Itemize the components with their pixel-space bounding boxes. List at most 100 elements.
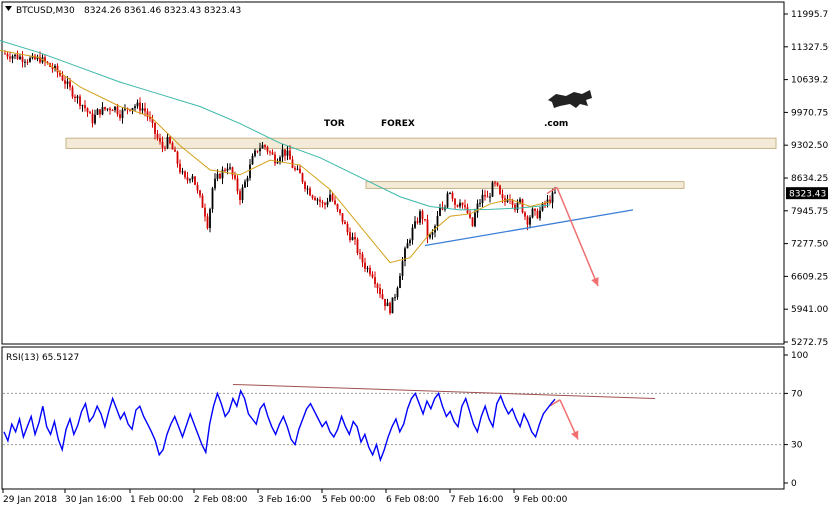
candle-body bbox=[331, 194, 334, 201]
candle-body bbox=[344, 221, 346, 225]
candle-body bbox=[249, 164, 251, 178]
current-price-label: 8323.43 bbox=[789, 190, 826, 200]
candle-body bbox=[139, 102, 141, 111]
rsi-label: RSI(13) 65.5127 bbox=[6, 353, 79, 363]
candle-body bbox=[421, 211, 424, 220]
candle-body bbox=[179, 163, 181, 173]
candle-body bbox=[489, 196, 491, 198]
candle-body bbox=[6, 53, 9, 57]
candle-body bbox=[121, 109, 124, 119]
candle-body bbox=[246, 177, 249, 182]
price-tick-label: 6609.25 bbox=[791, 272, 828, 282]
candle-body bbox=[241, 187, 244, 201]
candle-body bbox=[196, 184, 199, 191]
candle-body bbox=[554, 192, 556, 194]
candle-body bbox=[326, 201, 329, 205]
time-tick-label: 3 Feb 16:00 bbox=[258, 495, 312, 505]
candle-body bbox=[406, 243, 409, 249]
candle-body bbox=[29, 58, 31, 62]
candle-body bbox=[66, 81, 69, 84]
candle-body bbox=[109, 108, 111, 111]
candle-body bbox=[464, 205, 466, 208]
candle-body bbox=[526, 216, 529, 225]
candle-body bbox=[414, 221, 416, 228]
price-tick-label: 10639.25 bbox=[791, 76, 829, 86]
rsi-tick-label: 30 bbox=[791, 441, 803, 451]
candle-body bbox=[409, 240, 411, 244]
price-tick-label: 9302.50 bbox=[791, 141, 828, 151]
candle-body bbox=[366, 267, 369, 269]
candle-body bbox=[71, 87, 74, 97]
candle-body bbox=[319, 199, 321, 202]
candle-body bbox=[299, 168, 301, 174]
candle-body bbox=[536, 210, 539, 219]
price-tick-label: 5272.75 bbox=[791, 338, 828, 348]
candle-body bbox=[274, 154, 276, 164]
candle-body bbox=[386, 302, 389, 307]
candle-body bbox=[164, 147, 166, 149]
time-tick-label: 5 Feb 00:00 bbox=[322, 495, 376, 505]
candle-body bbox=[474, 212, 476, 227]
candle-body bbox=[486, 196, 489, 198]
candle-body bbox=[261, 145, 264, 149]
candle-body bbox=[371, 274, 374, 278]
time-axis: 29 Jan 2018 30 Jan 16:00 1 Feb 00:00 2 Feb … bbox=[2, 489, 568, 505]
candle-body bbox=[224, 169, 226, 171]
candle-body bbox=[161, 141, 164, 148]
candle-body bbox=[289, 150, 291, 160]
candle-body bbox=[166, 136, 169, 149]
candle-body bbox=[481, 194, 484, 203]
candle-body bbox=[479, 202, 481, 204]
candle-body bbox=[394, 297, 396, 299]
candle-body bbox=[219, 173, 221, 179]
time-tick-label: 29 Jan 2018 bbox=[3, 495, 57, 505]
candle-body bbox=[286, 150, 289, 156]
time-tick-label: 6 Feb 08:00 bbox=[386, 495, 440, 505]
candle-body bbox=[271, 152, 274, 155]
candle-body bbox=[101, 107, 104, 115]
candle-body bbox=[69, 81, 71, 88]
candle-body bbox=[194, 176, 196, 185]
candle-body bbox=[399, 275, 401, 288]
price-tick-label: 11995.75 bbox=[791, 10, 829, 20]
candle-body bbox=[136, 102, 139, 107]
candle-body bbox=[494, 182, 496, 184]
candle-body bbox=[176, 151, 179, 164]
candle-body bbox=[499, 185, 501, 195]
candle-body bbox=[116, 106, 119, 115]
candle-body bbox=[341, 213, 344, 222]
price-tick-label: 8634.25 bbox=[791, 174, 828, 184]
candle-body bbox=[99, 109, 101, 115]
candle-body bbox=[431, 232, 434, 235]
candle-body bbox=[491, 182, 494, 197]
candle-body bbox=[134, 106, 136, 109]
candle-body bbox=[171, 143, 174, 150]
candle-body bbox=[74, 96, 76, 99]
candle-body bbox=[204, 207, 206, 217]
time-tick-label: 7 Feb 16:00 bbox=[450, 495, 504, 505]
candle-body bbox=[389, 302, 391, 314]
candle-body bbox=[199, 190, 201, 196]
candle-body bbox=[84, 105, 86, 109]
time-tick-label: 1 Feb 00:00 bbox=[130, 495, 184, 505]
candle-body bbox=[461, 202, 464, 206]
candle-body bbox=[294, 167, 296, 170]
candle-body bbox=[186, 177, 189, 181]
candle-body bbox=[229, 167, 231, 169]
chart-window: BTCUSD,M30 8324.26 8361.46 8323.43 8323.… bbox=[0, 0, 829, 510]
candle-body bbox=[396, 287, 399, 298]
price-axis: 11995.75 11327.50 10639.25 9970.75 9302.50 86… bbox=[784, 10, 829, 348]
candle-body bbox=[154, 122, 156, 134]
candle-body bbox=[329, 194, 331, 202]
candle-body bbox=[369, 267, 371, 275]
candle-body bbox=[301, 173, 304, 183]
candle-body bbox=[209, 209, 211, 229]
candle-body bbox=[64, 80, 66, 84]
price-tick-label: 7277.50 bbox=[791, 240, 828, 250]
candle-body bbox=[239, 191, 241, 201]
candle-body bbox=[496, 182, 499, 186]
candle-body bbox=[86, 108, 89, 113]
candle-body bbox=[521, 199, 524, 213]
candle-body bbox=[141, 108, 144, 111]
rsi-tick-label: 0 bbox=[791, 479, 797, 489]
